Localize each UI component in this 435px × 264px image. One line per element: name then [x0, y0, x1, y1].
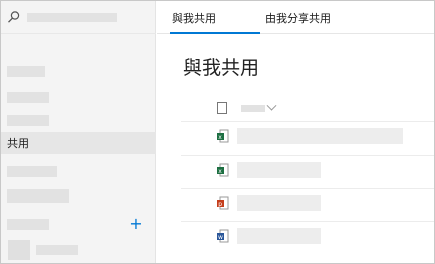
sidebar-item[interactable] — [1, 60, 156, 82]
page-title: 與我共用 — [183, 57, 260, 79]
tab-shared-by-me[interactable]: 由我分享共用 — [265, 10, 331, 26]
sidebar-item-label — [7, 114, 49, 126]
sidebar-item-shared[interactable]: 共用 — [1, 132, 156, 154]
svg-text:w: w — [218, 234, 223, 241]
sidebar-item[interactable] — [1, 86, 156, 108]
sidebar: 共用 + — [1, 1, 156, 263]
avatar[interactable] — [8, 240, 30, 260]
file-name — [237, 228, 321, 244]
file-row[interactable]: x — [181, 155, 434, 182]
sidebar-item-label — [7, 189, 69, 203]
file-name — [237, 195, 321, 211]
active-tab-indicator — [170, 32, 260, 34]
sidebar-item-label — [7, 65, 45, 77]
tab-bar: 與我共用 由我分享共用 — [157, 1, 434, 34]
sidebar-item-label — [7, 218, 49, 230]
sidebar-item-label — [7, 165, 57, 177]
word-icon: w — [217, 228, 229, 243]
svg-text:x: x — [218, 134, 222, 141]
tab-shared-with-me[interactable]: 與我共用 — [172, 10, 216, 26]
svg-text:x: x — [218, 168, 222, 175]
svg-text:p: p — [218, 201, 222, 208]
sidebar-divider — [1, 33, 156, 34]
sidebar-item-label: 共用 — [7, 137, 29, 150]
app-window: 共用 + 與我共用 由我分享共用 與我共用 x x p w — [0, 0, 435, 264]
search-icon[interactable] — [7, 10, 21, 24]
file-row[interactable]: x — [181, 121, 434, 148]
column-header — [217, 100, 277, 116]
sidebar-item[interactable] — [1, 160, 156, 182]
search-input[interactable] — [27, 12, 117, 22]
excel-icon: x — [217, 128, 229, 143]
account-name — [36, 245, 78, 255]
main-content: 與我共用 由我分享共用 與我共用 x x p w — [157, 1, 434, 263]
name-column-header[interactable] — [241, 104, 265, 112]
excel-icon: x — [217, 162, 229, 177]
file-name — [237, 128, 403, 144]
file-type-icon — [217, 102, 227, 114]
powerpoint-icon: p — [217, 195, 229, 210]
sidebar-item-label — [7, 91, 49, 103]
chevron-down-icon[interactable] — [266, 100, 277, 111]
sidebar-item[interactable] — [1, 109, 156, 131]
search-box[interactable] — [7, 7, 147, 27]
sidebar-item[interactable] — [1, 185, 156, 207]
file-row[interactable]: w — [181, 221, 434, 248]
add-icon[interactable]: + — [129, 216, 143, 232]
file-row[interactable]: p — [181, 188, 434, 215]
file-name — [237, 162, 321, 178]
